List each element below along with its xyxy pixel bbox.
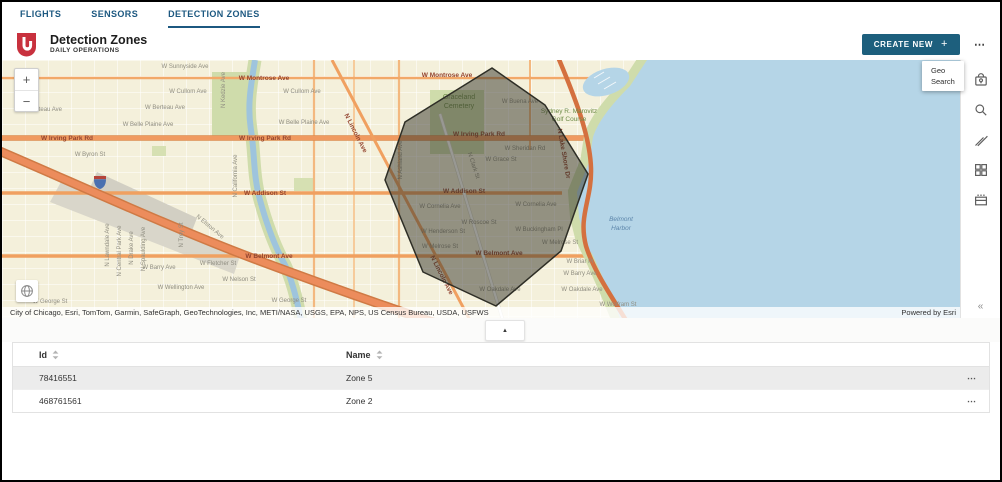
street-label: N Troy St — [179, 222, 185, 247]
page-subtitle: DAILY OPERATIONS — [50, 47, 147, 54]
street-label: W George St — [272, 298, 307, 304]
street-label: W Byron St — [75, 152, 106, 158]
table-header-row: Id Name — [13, 343, 989, 367]
geo-search-tooltip-line1: Geo — [931, 65, 964, 76]
detection-zones-table: Id Name 78416551 Zone 5 ⋯ 468761561 — [12, 342, 990, 413]
app-logo-shield-icon — [16, 32, 37, 57]
collapse-table-button[interactable]: ▲ — [485, 320, 525, 341]
tab-flights[interactable]: FLIGHTS — [20, 2, 61, 28]
street-label: W Montrose Ave — [239, 75, 290, 82]
map-container: W Sunnyside Ave W Montrose Ave W Montrose … — [2, 60, 964, 318]
zone-id: 468761561 — [39, 396, 82, 406]
street-label: N Spaulding Ave — [141, 226, 147, 271]
header-more-menu-button[interactable]: ⋯ — [974, 38, 986, 51]
street-label: W Belle Plaine Ave — [279, 120, 330, 126]
street-label: W Barry Ave — [563, 271, 597, 277]
street-label: W Sunnyside Ave — [162, 64, 210, 70]
street-label: Harbor — [611, 225, 632, 232]
search-icon — [973, 102, 989, 118]
row-more-menu-button[interactable]: ⋯ — [967, 373, 977, 383]
street-label: Golf Course — [552, 116, 587, 123]
street-label: W Oakdale Ave — [561, 287, 603, 293]
zone-name: Zone 5 — [346, 373, 372, 383]
street-label: W Belmont Ave — [245, 253, 293, 260]
street-label: W Irving Park Rd — [41, 135, 93, 142]
create-new-label: CREATE NEW — [874, 40, 933, 49]
street-label: W Briar Pl — [567, 259, 594, 265]
street-label: W Fletcher St — [200, 261, 237, 267]
street-label: Belmont — [609, 216, 634, 223]
street-label: W Montrose Ave — [422, 72, 473, 79]
street-label: N California Ave — [233, 154, 239, 198]
sketch-tool[interactable] — [961, 125, 1000, 155]
street-label: N Lawndale Ave — [105, 223, 111, 267]
zoom-in-button[interactable]: + — [15, 69, 38, 90]
column-header-id[interactable]: Id — [39, 350, 47, 360]
page-title: Detection Zones — [50, 33, 147, 47]
zone-id: 78416551 — [39, 373, 77, 383]
layer-list-tool[interactable] — [961, 185, 1000, 215]
map-zoom-control: + − — [14, 68, 39, 112]
tab-flights-label: FLIGHTS — [20, 9, 61, 19]
street-label: W Cullom Ave — [169, 89, 207, 95]
powered-by-esri: Powered by Esri — [901, 308, 956, 317]
plus-icon: + — [941, 38, 948, 50]
basemap-icon — [973, 162, 989, 178]
street-label: W Cullom Ave — [283, 89, 321, 95]
map-canvas[interactable]: W Sunnyside Ave W Montrose Ave W Montrose … — [2, 60, 964, 318]
geo-search-icon — [973, 72, 989, 88]
sketch-icon — [973, 132, 989, 148]
street-label: N Kedzie Ave — [221, 71, 227, 108]
map-attribution-bar: City of Chicago, Esri, TomTom, Garmin, S… — [2, 307, 964, 318]
map-attribution-text: City of Chicago, Esri, TomTom, Garmin, S… — [10, 308, 489, 317]
attribution-globe-button[interactable] — [16, 280, 38, 302]
app-window: FLIGHTS SENSORS DETECTION ZONES Detectio… — [0, 0, 1002, 482]
top-tab-bar: FLIGHTS SENSORS DETECTION ZONES — [2, 2, 1000, 28]
create-new-button[interactable]: CREATE NEW + — [862, 34, 960, 55]
tab-detection-zones[interactable]: DETECTION ZONES — [168, 2, 260, 28]
search-tool[interactable] — [961, 95, 1000, 125]
table-row[interactable]: 468761561 Zone 2 ⋯ — [13, 389, 989, 412]
table-row[interactable]: 78416551 Zone 5 ⋯ — [13, 367, 989, 389]
street-label: N Drake Ave — [129, 231, 135, 265]
street-label: W Addison St — [244, 190, 287, 197]
map-tool-sidebar: « — [960, 60, 1000, 318]
map-park — [152, 146, 166, 156]
sort-icon[interactable] — [52, 350, 59, 360]
column-header-name[interactable]: Name — [346, 350, 371, 360]
map-park — [294, 178, 314, 191]
row-more-menu-button[interactable]: ⋯ — [967, 396, 977, 406]
street-label: W Wellington Ave — [158, 285, 205, 291]
street-label: W Berteau Ave — [145, 105, 186, 111]
sort-icon[interactable] — [376, 350, 383, 360]
sidebar-collapse-button[interactable]: « — [961, 301, 1000, 312]
geo-search-tooltip: Geo Search — [922, 61, 964, 91]
tab-sensors[interactable]: SENSORS — [91, 2, 138, 28]
page-header: Detection Zones DAILY OPERATIONS CREATE … — [2, 28, 1000, 60]
map-lake — [577, 60, 964, 318]
geo-search-tooltip-line2: Search — [931, 76, 964, 87]
basemap-tool[interactable] — [961, 155, 1000, 185]
geo-search-tool[interactable] — [961, 65, 1000, 95]
zoom-out-button[interactable]: − — [15, 90, 38, 111]
layer-list-icon — [973, 192, 989, 208]
zone-name: Zone 2 — [346, 396, 372, 406]
street-label: W Irving Park Rd — [239, 135, 291, 142]
globe-icon — [20, 284, 34, 298]
street-label: W Belle Plaine Ave — [123, 122, 174, 128]
tab-detection-zones-label: DETECTION ZONES — [168, 9, 260, 19]
panel-divider-strip: ▲ — [2, 318, 1000, 342]
street-label: N Central Park Ave — [117, 225, 123, 277]
street-label: W Barry Ave — [142, 265, 176, 271]
tab-sensors-label: SENSORS — [91, 9, 138, 19]
street-label: W Nelson St — [222, 277, 256, 283]
